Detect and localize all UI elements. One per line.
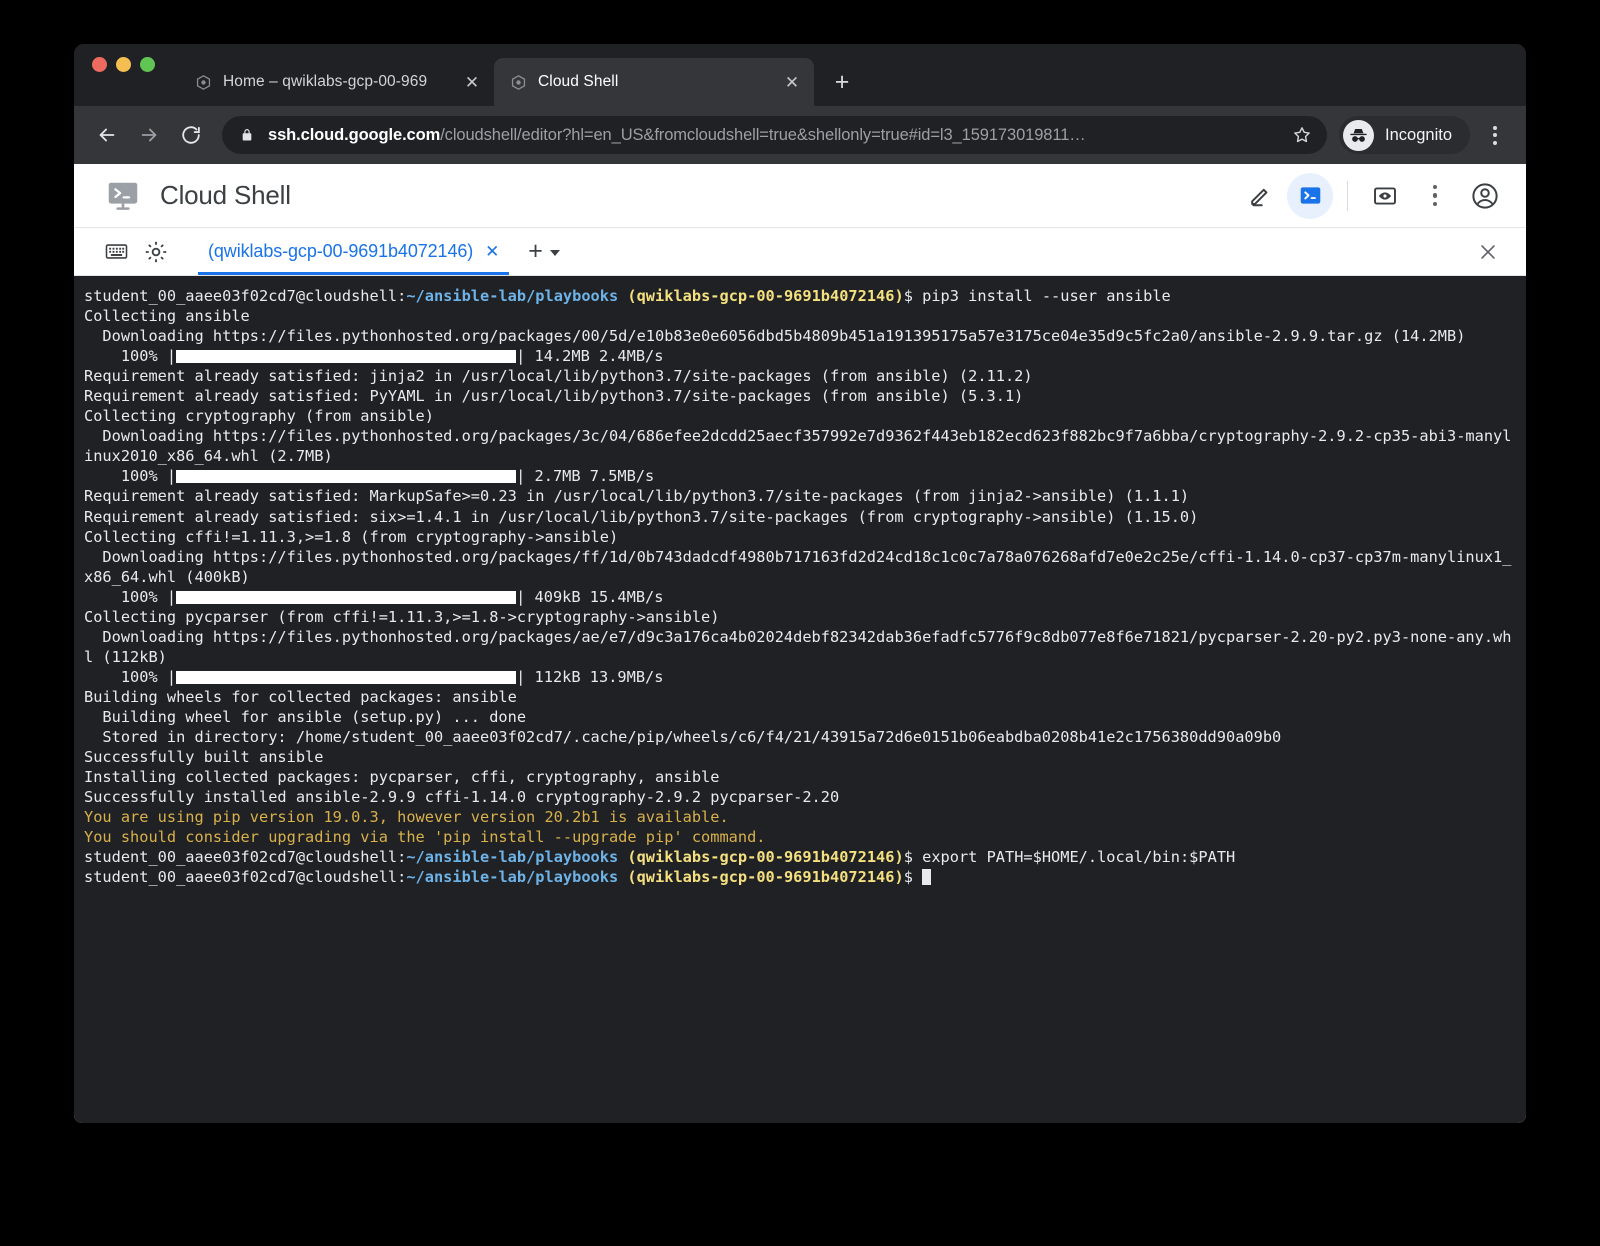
close-panel-button[interactable] — [1468, 232, 1508, 272]
profile-incognito-button[interactable]: Incognito — [1339, 116, 1470, 154]
cloud-shell-logo-icon — [102, 175, 144, 217]
terminal-line: Requirement already satisfied: MarkupSaf… — [84, 487, 1190, 506]
keyboard-icon[interactable] — [96, 232, 136, 272]
browser-tab-strip: Home – qwiklabs-gcp-00-969 ✕ Cloud Shell… — [74, 44, 1526, 106]
open-editor-icon[interactable] — [1237, 173, 1283, 219]
browser-tab-home-title: Home – qwiklabs-gcp-00-969 — [223, 73, 428, 90]
incognito-icon — [1343, 119, 1375, 151]
terminal-line: 100% | | 112kB 13.9MB/s — [84, 667, 664, 686]
minimize-window-button[interactable] — [116, 56, 131, 72]
terminal-session-tab-label: (qwiklabs-gcp-00-9691b4072146) — [208, 241, 474, 261]
plus-icon[interactable]: + — [523, 239, 548, 264]
cloud-shell-header-actions — [1237, 172, 1508, 219]
gcp-favicon — [510, 74, 527, 91]
cloud-shell-page: Cloud Shell (qwiklabs-gcp-00-9691b407214… — [74, 164, 1526, 1123]
terminal-line: Building wheels for collected packages: … — [84, 687, 517, 706]
chevron-down-icon[interactable] — [549, 250, 560, 256]
add-terminal-session-button[interactable]: + — [523, 239, 560, 264]
terminal-line: Requirement already satisfied: jinja2 in… — [84, 367, 1033, 386]
cloud-shell-tab-bar: (qwiklabs-gcp-00-9691b4072146) ✕ + — [74, 228, 1526, 276]
lock-icon — [240, 127, 256, 143]
terminal-line: 100% | | 14.2MB 2.4MB/s — [84, 347, 664, 366]
close-window-button[interactable] — [92, 56, 107, 72]
terminal-line: Building wheel for ansible (setup.py) ..… — [84, 707, 527, 726]
url-path: /cloudshell/editor?hl=en_US&fromcloudshe… — [440, 125, 1086, 144]
screenshot-root: Home – qwiklabs-gcp-00-969 ✕ Cloud Shell… — [0, 0, 1600, 1246]
terminal-line: Downloading https://files.pythonhosted.o… — [84, 427, 1512, 466]
active-tab-indicator — [198, 272, 510, 275]
bookmark-star-icon[interactable] — [1289, 125, 1315, 145]
terminal-line: student_00_aaee03f02cd7@cloudshell:~/ans… — [84, 287, 1171, 305]
browser-tab-cloud-shell[interactable]: Cloud Shell ✕ — [494, 58, 814, 106]
divider — [1347, 180, 1348, 211]
terminal-line: 100% | | 409kB 15.4MB/s — [84, 587, 664, 606]
address-bar-url: ssh.cloud.google.com/cloudshell/editor?h… — [268, 126, 1289, 145]
terminal-line: student_00_aaee03f02cd7@cloudshell:~/ans… — [84, 848, 1236, 867]
open-terminal-icon[interactable] — [1287, 172, 1333, 219]
terminal-line: Requirement already satisfied: PyYAML in… — [84, 387, 1024, 406]
browser-window: Home – qwiklabs-gcp-00-969 ✕ Cloud Shell… — [74, 44, 1526, 1123]
new-tab-button[interactable]: + — [824, 64, 860, 100]
close-icon[interactable]: ✕ — [479, 239, 505, 265]
terminal-line: Requirement already satisfied: six>=1.4.… — [84, 507, 1199, 526]
terminal-line: Collecting cffi!=1.11.3,>=1.8 (from cryp… — [84, 527, 619, 546]
cloud-shell-header: Cloud Shell — [74, 164, 1526, 228]
back-icon[interactable] — [88, 116, 126, 154]
window-controls — [92, 44, 155, 106]
terminal-output[interactable]: student_00_aaee03f02cd7@cloudshell:~/ans… — [74, 276, 1526, 1123]
web-preview-icon[interactable] — [1362, 173, 1408, 219]
maximize-window-button[interactable] — [140, 56, 155, 72]
page-title: Cloud Shell — [160, 180, 291, 210]
terminal-line: You should consider upgrading via the 'p… — [84, 828, 766, 847]
terminal-line: Downloading https://files.pythonhosted.o… — [84, 627, 1512, 666]
profile-label: Incognito — [1385, 125, 1452, 144]
more-options-icon[interactable] — [1412, 173, 1458, 219]
terminal-line: Successfully built ansible — [84, 748, 324, 767]
terminal-line: Downloading https://files.pythonhosted.o… — [84, 547, 1512, 586]
forward-icon[interactable] — [130, 116, 168, 154]
address-bar[interactable]: ssh.cloud.google.com/cloudshell/editor?h… — [222, 116, 1328, 154]
close-icon[interactable]: ✕ — [462, 72, 482, 92]
terminal-line: Installing collected packages: pycparser… — [84, 768, 720, 787]
terminal-line: Stored in directory: /home/student_00_aa… — [84, 728, 1282, 747]
close-icon[interactable]: ✕ — [782, 72, 802, 92]
terminal-line: Collecting pycparser (from cffi!=1.11.3,… — [84, 607, 720, 626]
terminal-line: 100% | | 2.7MB 7.5MB/s — [84, 467, 655, 486]
reload-icon[interactable] — [172, 116, 210, 154]
terminal-line: Collecting cryptography (from ansible) — [84, 407, 434, 426]
browser-toolbar: ssh.cloud.google.com/cloudshell/editor?h… — [74, 106, 1526, 164]
browser-tab-home[interactable]: Home – qwiklabs-gcp-00-969 ✕ — [179, 58, 494, 106]
terminal-line: Collecting ansible — [84, 307, 250, 326]
gcp-favicon — [195, 74, 212, 91]
terminal-session-tab[interactable]: (qwiklabs-gcp-00-9691b4072146) ✕ — [190, 228, 510, 275]
browser-tab-cloud-shell-title: Cloud Shell — [538, 73, 619, 90]
terminal-line: Downloading https://files.pythonhosted.o… — [84, 327, 1466, 346]
terminal-line: You are using pip version 19.0.3, howeve… — [84, 808, 729, 827]
account-avatar-icon[interactable] — [1462, 173, 1508, 219]
terminal-line: student_00_aaee03f02cd7@cloudshell:~/ans… — [84, 867, 1518, 887]
settings-gear-icon[interactable] — [136, 232, 176, 272]
browser-menu-icon[interactable] — [1478, 116, 1512, 154]
url-host: ssh.cloud.google.com — [268, 125, 441, 144]
terminal-line: Successfully installed ansible-2.9.9 cff… — [84, 788, 840, 807]
